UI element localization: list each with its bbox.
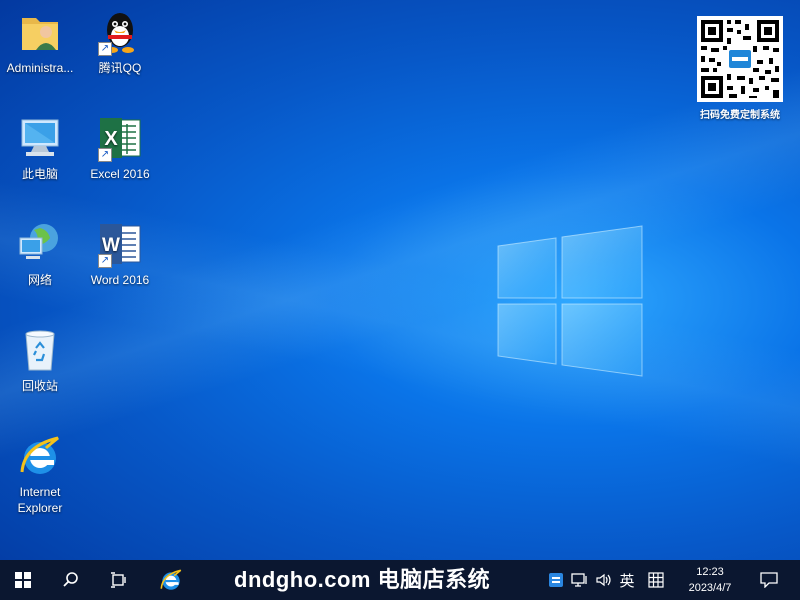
network-icon xyxy=(19,224,58,259)
qr-caption: 扫码免费定制系统 xyxy=(700,110,780,121)
network-tray[interactable] xyxy=(568,560,592,600)
desktop-icon-label: Word 2016 xyxy=(90,273,150,287)
svg-text:W: W xyxy=(102,235,120,256)
desktop-icon-label: 网络 xyxy=(27,273,52,287)
qr-code-pattern xyxy=(701,20,779,98)
taskbar: dndgho.com 电脑店系统 英 12:23 2023/4/7 xyxy=(0,560,800,600)
task-view-icon xyxy=(111,572,126,588)
ime-mode-button[interactable] xyxy=(644,560,668,600)
search-icon xyxy=(63,572,78,587)
taskbar-banner: dndgho.com 电脑店系统 xyxy=(234,567,491,592)
windows-logo-wallpaper xyxy=(497,225,643,377)
desktop-icon-word[interactable]: W ↗ Word 2016 xyxy=(81,220,159,288)
desktop-icon-recycle-bin[interactable]: 回收站 xyxy=(1,326,79,394)
desktop-icon-internet-explorer[interactable]: Internet Explorer xyxy=(1,432,79,516)
desktop-icon-label: Internet Explorer xyxy=(17,485,63,515)
notification-center-button[interactable] xyxy=(752,560,786,600)
input-language[interactable]: 英 xyxy=(614,560,640,600)
desktop-icon-label: 腾讯QQ xyxy=(98,61,142,75)
windows-start-icon xyxy=(15,572,31,588)
computer-icon xyxy=(21,119,59,156)
desktop-icon-this-pc[interactable]: 此电脑 xyxy=(1,114,79,182)
tray-app-icon[interactable] xyxy=(544,560,568,600)
desktop-icon-label: 回收站 xyxy=(21,379,58,393)
user-folder-icon xyxy=(22,18,58,50)
desktop-icon-administrator[interactable]: Administra... xyxy=(1,8,79,76)
keyboard-grid-icon xyxy=(648,572,664,588)
desktop-icon-label: Administra... xyxy=(6,61,74,75)
qr-code xyxy=(697,16,783,102)
notification-icon xyxy=(760,572,778,588)
volume-tray[interactable] xyxy=(592,560,616,600)
search-button[interactable] xyxy=(48,560,94,600)
desktop-icon-network[interactable]: 网络 xyxy=(1,220,79,288)
clock[interactable]: 12:23 2023/4/7 xyxy=(672,564,748,596)
network-status-icon xyxy=(571,573,587,587)
internet-explorer-icon xyxy=(160,569,182,590)
start-button[interactable] xyxy=(0,560,46,600)
desktop-icon-excel[interactable]: X ↗ Excel 2016 xyxy=(81,114,159,182)
task-view-button[interactable] xyxy=(96,560,142,600)
clock-time: 12:23 xyxy=(696,566,724,578)
clock-date: 2023/4/7 xyxy=(688,582,732,594)
internet-explorer-icon xyxy=(20,436,59,474)
volume-icon xyxy=(596,573,611,587)
recycle-bin-icon xyxy=(25,330,55,371)
desktop-icon-label: 此电脑 xyxy=(21,167,58,181)
shortcut-arrow-icon: ↗ xyxy=(98,148,112,162)
taskbar-internet-explorer[interactable] xyxy=(148,560,194,600)
desktop-icon-qq[interactable]: ↗ 腾讯QQ xyxy=(81,8,159,76)
svg-text:X: X xyxy=(104,128,118,150)
shortcut-arrow-icon: ↗ xyxy=(98,42,112,56)
desktop-icon-label: Excel 2016 xyxy=(90,167,150,181)
tray-app-icon-glyph xyxy=(549,573,563,587)
shortcut-arrow-icon: ↗ xyxy=(98,254,112,268)
